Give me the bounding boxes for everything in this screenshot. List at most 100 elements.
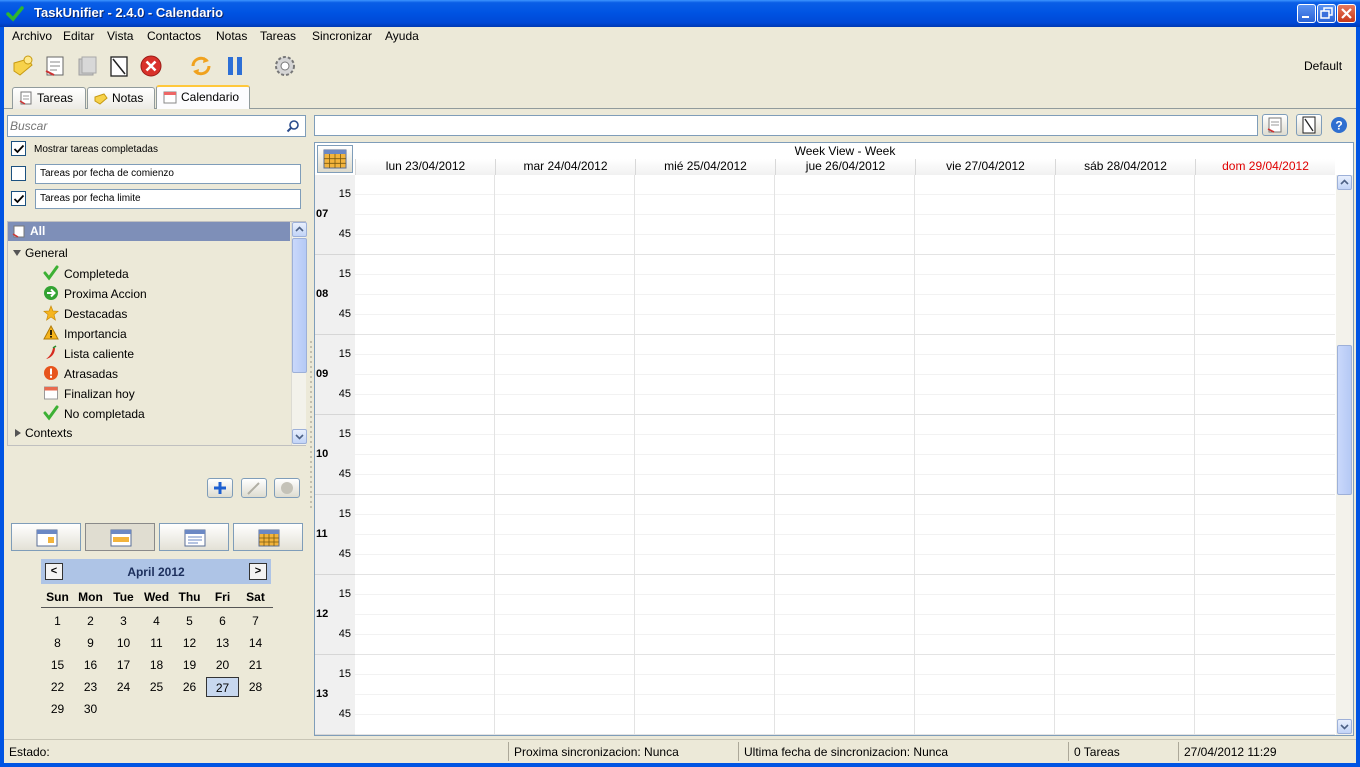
calendar-filter-input[interactable] [314,115,1258,136]
calendar-day[interactable]: 23 [74,677,107,697]
duplicate-icon[interactable] [74,53,100,79]
calendar-day[interactable]: 30 [74,699,107,719]
menu-ayuda[interactable]: Ayuda [385,29,419,43]
tree-group-contexts[interactable]: Contexts [8,424,288,444]
calendar-day[interactable]: 13 [206,633,239,653]
next-month-button[interactable]: > [249,563,267,580]
calendar-day[interactable]: 5 [173,611,206,631]
scroll-down-arrow[interactable] [1337,719,1352,734]
menu-notas[interactable]: Notas [216,29,247,43]
tree-group-general[interactable]: General [8,244,288,264]
add-task-icon[interactable] [42,53,68,79]
calendar-day[interactable]: 28 [239,677,272,697]
calendar-day[interactable]: 6 [206,611,239,631]
add-category-button[interactable] [207,478,233,498]
tree-item-finalizan-hoy[interactable]: Finalizan hoy [8,384,288,404]
calendar-day[interactable]: 1 [41,611,74,631]
calendar-day[interactable]: 19 [173,655,206,675]
restore-button[interactable] [1317,4,1336,23]
scroll-thumb[interactable] [1337,345,1352,495]
delete-icon[interactable] [138,53,164,79]
day-header-wed[interactable]: mié 25/04/2012 [635,159,775,175]
synchronize-icon[interactable] [188,53,214,79]
day-header-tue[interactable]: mar 24/04/2012 [495,159,635,175]
scroll-up-arrow[interactable] [292,222,307,237]
show-completed-checkbox[interactable] [11,141,26,156]
title-bar[interactable]: TaskUnifier - 2.4.0 - Calendario [0,0,1360,27]
scroll-up-arrow[interactable] [1337,175,1352,190]
due-date-checkbox[interactable] [11,191,26,206]
tab-notas[interactable]: Notas [87,87,155,109]
day-header-fri[interactable]: vie 27/04/2012 [915,159,1055,175]
day-header-sun[interactable]: dom 29/04/2012 [1195,159,1335,175]
tree-item-lista-caliente[interactable]: Lista caliente [8,344,288,364]
menu-archivo[interactable]: Archivo [12,29,52,43]
tree-item-proxima-accion[interactable]: Proxima Accion [8,284,288,304]
add-note-icon[interactable] [10,53,36,79]
calendar-day[interactable]: 7 [239,611,272,631]
menu-editar[interactable]: Editar [63,29,94,43]
calendar-day[interactable]: 9 [74,633,107,653]
calendar-day[interactable]: 15 [41,655,74,675]
start-date-checkbox[interactable] [11,166,26,181]
calendar-day[interactable]: 3 [107,611,140,631]
calendar-day[interactable]: 29 [41,699,74,719]
calendar-day[interactable]: 12 [173,633,206,653]
collapsed-triangle-icon[interactable] [13,428,23,438]
calendar-scrollbar[interactable] [1336,175,1353,735]
month-view-button[interactable] [233,523,303,551]
calendar-view-button[interactable] [317,145,353,173]
calendar-day[interactable]: 14 [239,633,272,653]
calendar-day[interactable]: 11 [140,633,173,653]
expanded-triangle-icon[interactable] [12,248,22,258]
tree-item-destacadas[interactable]: Destacadas [8,304,288,324]
help-icon[interactable]: ? [1330,116,1348,134]
tree-item-atrasadas[interactable]: Atrasadas [8,364,288,384]
calendar-day[interactable]: 26 [173,677,206,697]
calendar-day-selected[interactable]: 27 [206,677,239,697]
calendar-grid[interactable] [355,175,1335,735]
new-task-button[interactable] [1262,114,1288,136]
calendar-day[interactable]: 22 [41,677,74,697]
calendar-day[interactable]: 2 [74,611,107,631]
edit-task-button[interactable] [1296,114,1322,136]
tree-item-no-completada[interactable]: No completada [8,404,288,424]
tree-item-importancia[interactable]: Importancia [8,324,288,344]
edit-category-button[interactable] [241,478,267,498]
calendar-day[interactable]: 8 [41,633,74,653]
day-view-button[interactable] [11,523,81,551]
tree-item-completeda[interactable]: Completeda [8,264,288,284]
minimize-button[interactable] [1297,4,1316,23]
scroll-down-arrow[interactable] [292,429,307,444]
menu-tareas[interactable]: Tareas [260,29,296,43]
calendar-day[interactable]: 17 [107,655,140,675]
day-header-thu[interactable]: jue 26/04/2012 [775,159,915,175]
settings-icon[interactable] [272,53,298,79]
tab-tareas[interactable]: Tareas [12,87,86,109]
tab-calendario[interactable]: Calendario [156,85,250,109]
calendar-day[interactable]: 16 [74,655,107,675]
profile-label[interactable]: Default [1304,59,1342,73]
start-date-option[interactable]: Tareas por fecha de comienzo [35,164,301,184]
calendar-day[interactable]: 4 [140,611,173,631]
scroll-thumb[interactable] [292,238,307,373]
delete-category-button[interactable] [274,478,300,498]
pause-icon[interactable] [222,53,248,79]
edit-icon[interactable] [106,53,132,79]
day-header-sat[interactable]: sáb 28/04/2012 [1055,159,1195,175]
menu-sincronizar[interactable]: Sincronizar [312,29,372,43]
search-icon[interactable] [286,119,300,133]
calendar-day[interactable]: 25 [140,677,173,697]
day-header-mon[interactable]: lun 23/04/2012 [355,159,495,175]
search-input[interactable] [10,118,280,134]
tree-item-all[interactable]: All [8,222,290,241]
close-button[interactable] [1337,4,1356,23]
due-date-option[interactable]: Tareas por fecha limite [35,189,301,209]
calendar-day[interactable]: 18 [140,655,173,675]
menu-vista[interactable]: Vista [107,29,133,43]
list-view-button[interactable] [159,523,229,551]
calendar-day[interactable]: 10 [107,633,140,653]
tree-scrollbar[interactable] [291,222,307,445]
menu-contactos[interactable]: Contactos [147,29,201,43]
calendar-day[interactable]: 24 [107,677,140,697]
